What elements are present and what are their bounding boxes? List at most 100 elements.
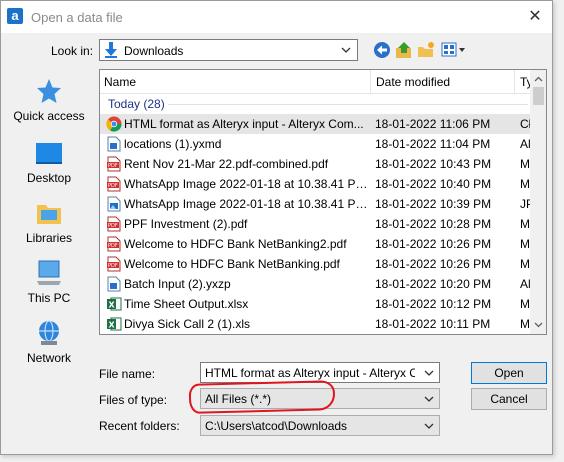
file-row[interactable]: X Divya Sick Call 2 (1).xls 18-01-2022 10:… bbox=[100, 314, 530, 334]
title-bar: a Open a data file ✕ bbox=[1, 1, 552, 33]
pdf-icon: PDF bbox=[106, 156, 122, 172]
place-label: This PC bbox=[27, 291, 71, 305]
file-name-value[interactable]: HTML format as Alteryx input - Alteryx C… bbox=[205, 366, 415, 380]
place-network[interactable]: Network bbox=[7, 311, 91, 371]
vertical-scrollbar[interactable] bbox=[530, 70, 546, 334]
chevron-down-icon[interactable] bbox=[424, 367, 434, 379]
svg-text:X: X bbox=[109, 321, 116, 330]
place-label: Network bbox=[26, 351, 71, 365]
column-header-date[interactable]: Date modified bbox=[376, 75, 450, 89]
file-row[interactable]: X Time Sheet Output.xlsx 18-01-2022 10:12 … bbox=[100, 294, 530, 314]
file-name: Divya Sick Call 2 (1).xls bbox=[124, 317, 251, 331]
close-button[interactable]: ✕ bbox=[524, 7, 546, 27]
file-date: 18-01-2022 10:12 PM bbox=[375, 297, 492, 311]
scroll-up-icon[interactable] bbox=[534, 76, 543, 82]
svg-text:PDF: PDF bbox=[108, 263, 118, 269]
look-in-value: Downloads bbox=[124, 44, 184, 58]
column-separator[interactable] bbox=[514, 70, 515, 94]
download-arrow-icon bbox=[105, 42, 117, 58]
places-bar: Quick access Desktop Libraries This PC N… bbox=[7, 69, 91, 369]
recent-folders-dropdown[interactable]: C:\Users\atcod\Downloads bbox=[200, 415, 440, 436]
cancel-button[interactable]: Cancel bbox=[471, 388, 547, 410]
file-name: Welcome to HDFC Bank NetBanking2.pdf bbox=[124, 237, 347, 251]
file-row[interactable]: PDF WhatsApp Image 2022-01-18 at 10.38.41… bbox=[100, 174, 530, 194]
file-name: HTML format as Alteryx input - Alteryx C… bbox=[124, 117, 364, 131]
look-in-dropdown[interactable]: Downloads bbox=[99, 39, 358, 61]
file-list-header: Name Date modified Ty bbox=[100, 70, 533, 94]
file-row[interactable]: WhatsApp Image 2022-01-18 at 10.38.41 PM… bbox=[100, 194, 534, 214]
back-icon[interactable] bbox=[373, 41, 391, 59]
alteryx-app-icon: a bbox=[7, 8, 23, 24]
file-date: 18-01-2022 10:11 PM bbox=[375, 317, 491, 331]
place-label: Quick access bbox=[13, 109, 85, 123]
svg-text:PDF: PDF bbox=[108, 243, 118, 249]
file-name: Welcome to HDFC Bank NetBanking.pdf bbox=[124, 257, 340, 271]
file-row[interactable]: PDF Welcome to HDFC Bank NetBanking.pdf 18… bbox=[100, 254, 530, 274]
chrome-icon bbox=[106, 116, 122, 132]
svg-text:PDF: PDF bbox=[108, 163, 118, 169]
file-list[interactable]: Name Date modified Ty Today (28) HTML fo… bbox=[99, 69, 547, 335]
desktop-icon bbox=[36, 143, 62, 164]
place-label: Desktop bbox=[26, 171, 72, 185]
svg-text:PDF: PDF bbox=[108, 223, 118, 229]
file-name: WhatsApp Image 2022-01-18 at 10.38.41 PM… bbox=[124, 197, 370, 211]
file-row[interactable]: HTML format as Alteryx input - Alteryx C… bbox=[100, 114, 531, 134]
file-row[interactable]: PDF Rent Nov 21-Mar 22.pdf-combined.pdf 18… bbox=[100, 154, 530, 174]
file-row[interactable]: locations (1).yxmd 18-01-2022 11:04 PM Al bbox=[100, 134, 531, 154]
window-title: Open a data file bbox=[31, 10, 123, 25]
file-type: M bbox=[520, 297, 530, 311]
file-type: M bbox=[520, 157, 530, 171]
file-date: 18-01-2022 11:06 PM bbox=[375, 117, 491, 131]
place-this-pc[interactable]: This PC bbox=[7, 251, 91, 311]
file-date: 18-01-2022 10:28 PM bbox=[375, 217, 492, 231]
group-divider bbox=[168, 104, 528, 105]
excel-icon: X bbox=[106, 316, 122, 332]
file-row[interactable]: PDF Welcome to HDFC Bank NetBanking2.pdf 1… bbox=[100, 234, 530, 254]
file-date: 18-01-2022 10:26 PM bbox=[375, 257, 492, 271]
file-date: 18-01-2022 10:39 PM bbox=[375, 197, 492, 211]
place-quick-access[interactable]: Quick access bbox=[7, 69, 91, 129]
file-date: 18-01-2022 10:40 PM bbox=[375, 177, 492, 191]
file-name: Time Sheet Output.xlsx bbox=[124, 297, 249, 311]
red-annotation-circle bbox=[188, 380, 336, 414]
group-header-today[interactable]: Today (28) bbox=[108, 97, 165, 111]
file-name: locations (1).yxmd bbox=[124, 137, 222, 151]
pdf-icon: PDF bbox=[106, 256, 122, 272]
svg-text:X: X bbox=[109, 301, 116, 310]
place-label: Libraries bbox=[25, 231, 73, 245]
chevron-down-icon bbox=[424, 423, 434, 429]
file-type: M bbox=[520, 177, 530, 191]
file-date: 18-01-2022 10:43 PM bbox=[375, 157, 492, 171]
file-name: WhatsApp Image 2022-01-18 at 10.38.41 PM… bbox=[124, 177, 370, 191]
scrollbar-thumb[interactable] bbox=[533, 87, 544, 105]
file-row[interactable]: PDF PPF Investment (2).pdf 18-01-2022 10:2… bbox=[100, 214, 530, 234]
libraries-icon bbox=[37, 205, 61, 224]
scroll-down-icon[interactable] bbox=[534, 322, 543, 328]
recent-folders-value: C:\Users\atcod\Downloads bbox=[205, 419, 348, 433]
file-row[interactable]: Batch Input (2).yxzp 18-01-2022 10:20 PM A… bbox=[100, 274, 531, 294]
recent-folders-label: Recent folders: bbox=[99, 419, 180, 433]
view-menu-icon[interactable] bbox=[441, 41, 467, 59]
up-folder-icon[interactable] bbox=[395, 41, 413, 59]
new-folder-icon[interactable] bbox=[417, 41, 435, 59]
place-libraries[interactable]: Libraries bbox=[7, 191, 91, 251]
place-desktop[interactable]: Desktop bbox=[7, 131, 91, 191]
svg-text:PDF: PDF bbox=[108, 183, 118, 189]
file-name-label: File name: bbox=[99, 367, 156, 381]
pdf-icon: PDF bbox=[106, 216, 122, 232]
image-file-icon bbox=[106, 196, 122, 212]
column-separator[interactable] bbox=[370, 70, 371, 94]
file-type: M bbox=[520, 237, 530, 251]
alteryx-file-icon bbox=[106, 276, 122, 292]
pdf-icon: PDF bbox=[106, 176, 122, 192]
open-file-dialog: a Open a data file ✕ Look in: Downloads bbox=[0, 0, 553, 455]
chevron-down-icon bbox=[424, 396, 434, 402]
star-icon bbox=[37, 79, 61, 103]
file-date: 18-01-2022 10:26 PM bbox=[375, 237, 492, 251]
file-name: Rent Nov 21-Mar 22.pdf-combined.pdf bbox=[124, 157, 329, 171]
column-header-name[interactable]: Name bbox=[104, 75, 136, 89]
open-button[interactable]: Open bbox=[471, 362, 547, 384]
network-icon bbox=[39, 320, 59, 345]
file-date: 18-01-2022 11:04 PM bbox=[375, 137, 491, 151]
file-name: PPF Investment (2).pdf bbox=[124, 217, 248, 231]
